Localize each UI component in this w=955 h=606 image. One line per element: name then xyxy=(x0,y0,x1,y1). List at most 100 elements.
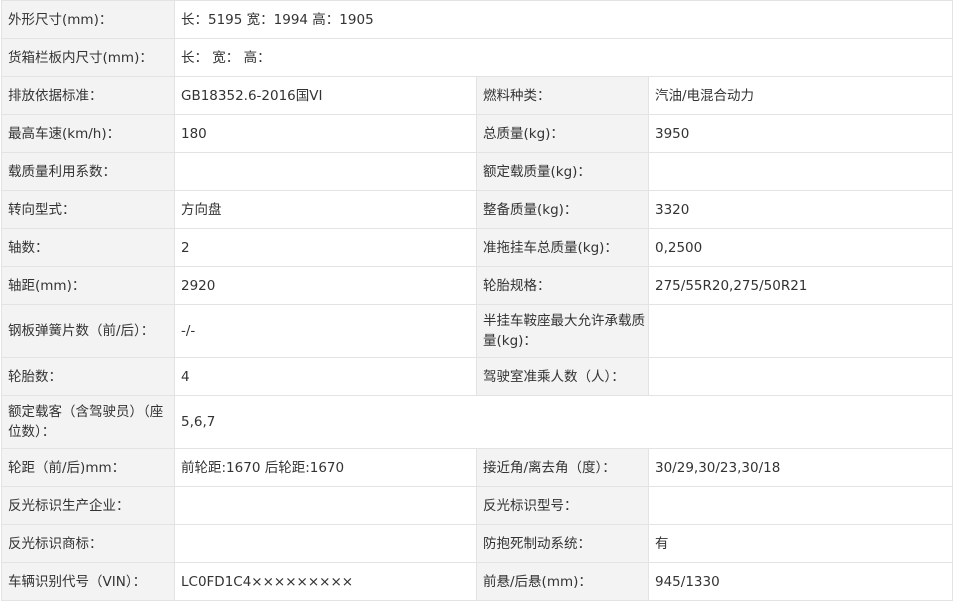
spec-label-text: 反光标识型号： xyxy=(483,497,578,514)
spec-table-body: 外形尺寸(mm)： 长：5195 宽：1994 高：1905 货箱栏板内尺寸(mm)… xyxy=(1,0,954,601)
spec-value: 5,6,7 xyxy=(173,395,954,449)
spec-label-text: 轴距(mm)： xyxy=(8,277,86,294)
spec-row: 额定载客（含驾驶员）（座位数）： 5,6,7 xyxy=(1,395,954,449)
spec-value-text: 汽油/电混合动力 xyxy=(655,87,755,104)
spec-label: 轮距（前/后)mm： xyxy=(1,448,175,487)
spec-label: 排放依据标准： xyxy=(1,76,175,115)
spec-label: 最高车速(km/h)： xyxy=(1,114,175,153)
spec-value xyxy=(647,357,954,396)
spec-value: 长： 宽： 高： xyxy=(173,38,954,77)
spec-label-text: 载质量利用系数： xyxy=(8,163,116,180)
spec-label: 前悬/后悬(mm)： xyxy=(476,562,649,601)
spec-value-text: 5,6,7 xyxy=(181,414,216,430)
spec-value-text: 长：5195 宽：1994 高：1905 xyxy=(181,11,374,28)
spec-value: 30/29,30/23,30/18 xyxy=(647,448,954,487)
spec-label-text: 钢板弹簧片数（前/后）： xyxy=(8,323,155,339)
spec-value-text: 0,2500 xyxy=(655,239,703,256)
spec-value-text: 945/1330 xyxy=(655,573,720,590)
spec-value: 2 xyxy=(174,228,477,267)
spec-row: 轮胎数： 4 驾驶室准乘人数（人）： xyxy=(1,357,954,396)
spec-value-text: 有 xyxy=(655,535,669,552)
spec-label-text: 轮胎数： xyxy=(8,368,62,385)
spec-label-text: 总质量(kg)： xyxy=(483,125,564,142)
spec-label: 轴距(mm)： xyxy=(1,266,175,305)
spec-label-text: 接近角/离去角（度）： xyxy=(483,459,616,476)
spec-value-text: 275/55R20,275/50R21 xyxy=(655,277,808,294)
spec-value-text: 3320 xyxy=(655,201,690,218)
spec-value-text: 2 xyxy=(181,239,190,256)
spec-value xyxy=(647,486,954,525)
spec-value-text: 方向盘 xyxy=(181,201,222,218)
spec-value xyxy=(647,152,954,191)
spec-value: 有 xyxy=(647,524,954,563)
spec-value-text: GB18352.6-2016国VI xyxy=(181,87,323,104)
spec-row: 车辆识别代号（VIN）： LC0FD1C4××××××××× 前悬/后悬(mm)： 9… xyxy=(1,562,954,601)
spec-value: 0,2500 xyxy=(647,228,954,267)
spec-label-text: 驾驶室准乘人数（人）： xyxy=(483,368,625,385)
spec-label: 驾驶室准乘人数（人）： xyxy=(476,357,649,396)
spec-row: 轮距（前/后)mm： 前轮距:1670 后轮距:1670 接近角/离去角（度）： 30… xyxy=(1,448,954,487)
spec-label-text: 轴数： xyxy=(8,239,49,256)
spec-value: LC0FD1C4××××××××× xyxy=(174,562,477,601)
spec-value xyxy=(174,486,477,525)
spec-row: 货箱栏板内尺寸(mm)： 长： 宽： 高： xyxy=(1,38,954,77)
spec-label-text: 整备质量(kg)： xyxy=(483,201,578,218)
spec-label-text: 最高车速(km/h)： xyxy=(8,125,121,142)
spec-row: 转向型式： 方向盘 整备质量(kg)： 3320 xyxy=(1,190,954,229)
spec-label-text: 额定载客（含驾驶员）（座位数）： xyxy=(8,404,164,440)
spec-label-text: 反光标识商标： xyxy=(8,535,103,552)
spec-label: 整备质量(kg)： xyxy=(476,190,649,229)
spec-label: 接近角/离去角（度）： xyxy=(476,448,649,487)
spec-value: 4 xyxy=(174,357,477,396)
spec-row: 反光标识生产企业： 反光标识型号： xyxy=(1,486,954,525)
spec-label: 载质量利用系数： xyxy=(1,152,175,191)
spec-value: 3320 xyxy=(647,190,954,229)
spec-label-text: 防抱死制动系统： xyxy=(483,535,591,552)
spec-label-text: 燃料种类： xyxy=(483,87,551,104)
spec-value: 2920 xyxy=(174,266,477,305)
spec-value: 前轮距:1670 后轮距:1670 xyxy=(174,448,477,487)
spec-row: 载质量利用系数： 额定载质量(kg)： xyxy=(1,152,954,191)
spec-value xyxy=(647,304,954,358)
spec-label-text: 反光标识生产企业： xyxy=(8,497,130,514)
spec-row: 轴距(mm)： 2920 轮胎规格： 275/55R20,275/50R21 xyxy=(1,266,954,305)
spec-label-text: 准拖挂车总质量(kg)： xyxy=(483,239,618,256)
spec-row: 钢板弹簧片数（前/后）： -/- 半挂车鞍座最大允许承载质量(kg)： xyxy=(1,304,954,358)
spec-row: 轴数： 2 准拖挂车总质量(kg)： 0,2500 xyxy=(1,228,954,267)
spec-value-text: -/- xyxy=(181,323,196,339)
spec-row: 最高车速(km/h)： 180 总质量(kg)： 3950 xyxy=(1,114,954,153)
spec-value-text: 4 xyxy=(181,368,190,385)
spec-value: 3950 xyxy=(647,114,954,153)
spec-label-text: 额定载质量(kg)： xyxy=(483,163,591,180)
spec-value: 长：5195 宽：1994 高：1905 xyxy=(173,0,954,39)
spec-value-text: 3950 xyxy=(655,125,690,142)
spec-value-text: 30/29,30/23,30/18 xyxy=(655,459,781,476)
spec-label-text: 轮胎规格： xyxy=(483,277,551,294)
spec-label: 轮胎数： xyxy=(1,357,175,396)
spec-label: 准拖挂车总质量(kg)： xyxy=(476,228,649,267)
spec-value-text: 长： 宽： 高： xyxy=(181,49,271,66)
spec-row: 外形尺寸(mm)： 长：5195 宽：1994 高：1905 xyxy=(1,0,954,39)
spec-label-text: 外形尺寸(mm)： xyxy=(8,11,113,28)
spec-label: 总质量(kg)： xyxy=(476,114,649,153)
spec-value xyxy=(174,524,477,563)
spec-value: 方向盘 xyxy=(174,190,477,229)
spec-label: 转向型式： xyxy=(1,190,175,229)
spec-value-text: LC0FD1C4××××××××× xyxy=(181,573,354,590)
spec-value-text: 180 xyxy=(181,125,207,142)
spec-label: 轮胎规格： xyxy=(476,266,649,305)
spec-label: 额定载质量(kg)： xyxy=(476,152,649,191)
vehicle-spec-table: 外形尺寸(mm)： 长：5195 宽：1994 高：1905 货箱栏板内尺寸(mm)… xyxy=(1,0,954,601)
spec-value: -/- xyxy=(174,304,477,358)
spec-label-text: 轮距（前/后)mm： xyxy=(8,459,126,476)
spec-label-text: 车辆识别代号（VIN）： xyxy=(8,573,147,590)
spec-row: 排放依据标准： GB18352.6-2016国VI 燃料种类： 汽油/电混合动力 xyxy=(1,76,954,115)
spec-label: 车辆识别代号（VIN）： xyxy=(1,562,175,601)
spec-label-text: 半挂车鞍座最大允许承载质量(kg)： xyxy=(483,313,645,349)
spec-label: 额定载客（含驾驶员）（座位数）： xyxy=(1,395,175,449)
spec-label: 钢板弹簧片数（前/后）： xyxy=(1,304,175,358)
spec-label: 半挂车鞍座最大允许承载质量(kg)： xyxy=(476,304,649,358)
spec-value: 180 xyxy=(174,114,477,153)
spec-label: 轴数： xyxy=(1,228,175,267)
spec-label-text: 排放依据标准： xyxy=(8,87,103,104)
